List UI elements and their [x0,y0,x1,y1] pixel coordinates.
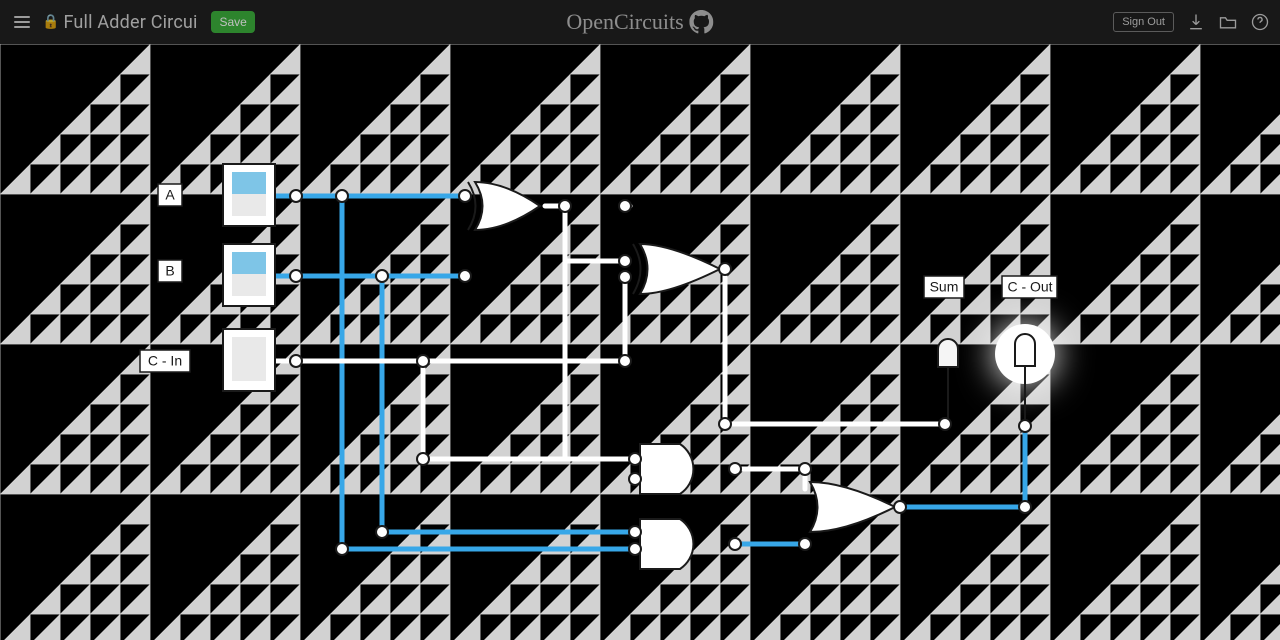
input-switch-cin[interactable] [223,329,275,391]
folder-icon[interactable] [1218,12,1238,32]
project-title[interactable]: Full Adder Circui [63,12,205,33]
brand-text: OpenCircuits [566,9,683,35]
menu-icon[interactable] [8,10,36,34]
svg-text:C - In: C - In [148,353,182,369]
gate-and-1[interactable] [640,444,693,494]
circuit-canvas[interactable]: A B C - In [0,44,1280,640]
app-header: 🔒 Full Adder Circui Save OpenCircuits Si… [0,0,1280,44]
signout-button[interactable]: Sign Out [1113,12,1174,32]
svg-text:Sum: Sum [930,279,959,295]
gate-and-2[interactable] [640,519,693,569]
input-switch-a[interactable] [223,164,275,226]
label-b[interactable]: B [158,260,182,282]
svg-text:B: B [165,263,174,279]
svg-text:A: A [165,187,175,203]
label-a[interactable]: A [158,184,182,206]
brand[interactable]: OpenCircuits [566,9,713,35]
save-button[interactable]: Save [211,11,254,33]
label-cout[interactable]: C - Out [1002,276,1057,298]
label-cin[interactable]: C - In [140,350,190,372]
svg-text:C - Out: C - Out [1007,279,1052,295]
label-sum[interactable]: Sum [924,276,964,298]
download-icon[interactable] [1186,12,1206,32]
help-icon[interactable] [1250,12,1270,32]
lock-icon: 🔒 [42,14,59,30]
github-icon[interactable] [690,10,714,34]
input-switch-b[interactable] [223,244,275,306]
